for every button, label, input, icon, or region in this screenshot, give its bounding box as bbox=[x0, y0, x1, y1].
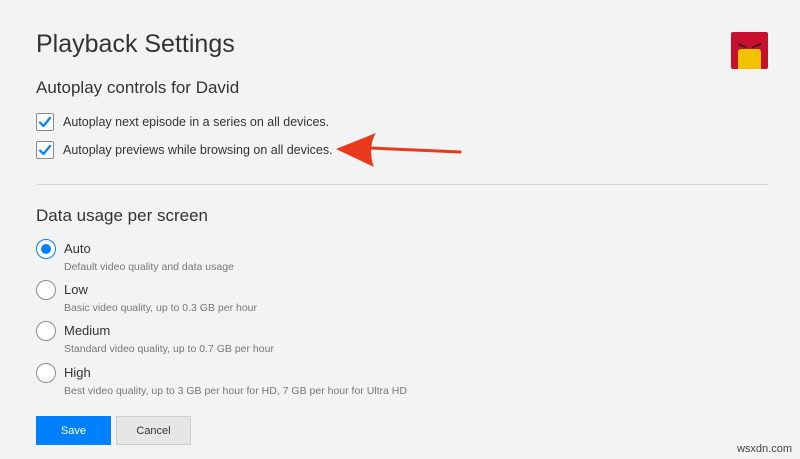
page-title: Playback Settings bbox=[36, 30, 235, 58]
autoplay-previews-label: Autoplay previews while browsing on all … bbox=[63, 143, 333, 157]
option-description: Standard video quality, up to 0.7 GB per… bbox=[64, 343, 274, 355]
autoplay-heading: Autoplay controls for David bbox=[36, 78, 240, 97]
option-label: Auto bbox=[64, 241, 91, 256]
radio-medium[interactable] bbox=[36, 321, 56, 341]
option-description: Basic video quality, up to 0.3 GB per ho… bbox=[64, 302, 257, 314]
autoplay-next-episode-label: Autoplay next episode in a series on all… bbox=[63, 115, 330, 129]
radio-selected-dot bbox=[41, 244, 51, 254]
avatar-eyes-icon bbox=[738, 43, 761, 48]
option-description: Default video quality and data usage bbox=[64, 261, 234, 273]
radio-high[interactable] bbox=[36, 363, 56, 383]
option-label: Medium bbox=[64, 323, 111, 338]
avatar-face bbox=[738, 49, 761, 69]
autoplay-next-episode-checkbox[interactable] bbox=[36, 113, 54, 131]
option-label: Low bbox=[64, 282, 88, 297]
section-divider bbox=[36, 184, 768, 185]
autoplay-next-episode-option[interactable]: Autoplay next episode in a series on all… bbox=[36, 112, 329, 132]
data-usage-heading: Data usage per screen bbox=[36, 206, 208, 225]
option-label: High bbox=[64, 365, 91, 380]
save-button[interactable]: Save bbox=[36, 416, 111, 445]
red-arrow-annotation bbox=[336, 133, 462, 167]
checkmark-icon bbox=[38, 144, 52, 156]
option-description: Best video quality, up to 3 GB per hour … bbox=[64, 385, 407, 397]
autoplay-previews-option[interactable]: Autoplay previews while browsing on all … bbox=[36, 140, 333, 160]
checkmark-icon bbox=[38, 116, 52, 128]
radio-auto[interactable] bbox=[36, 239, 56, 259]
radio-low[interactable] bbox=[36, 280, 56, 300]
profile-avatar-icon[interactable] bbox=[731, 32, 768, 69]
autoplay-previews-checkbox[interactable] bbox=[36, 141, 54, 159]
watermark: wsxdn.com bbox=[736, 443, 792, 455]
cancel-button[interactable]: Cancel bbox=[116, 416, 191, 445]
